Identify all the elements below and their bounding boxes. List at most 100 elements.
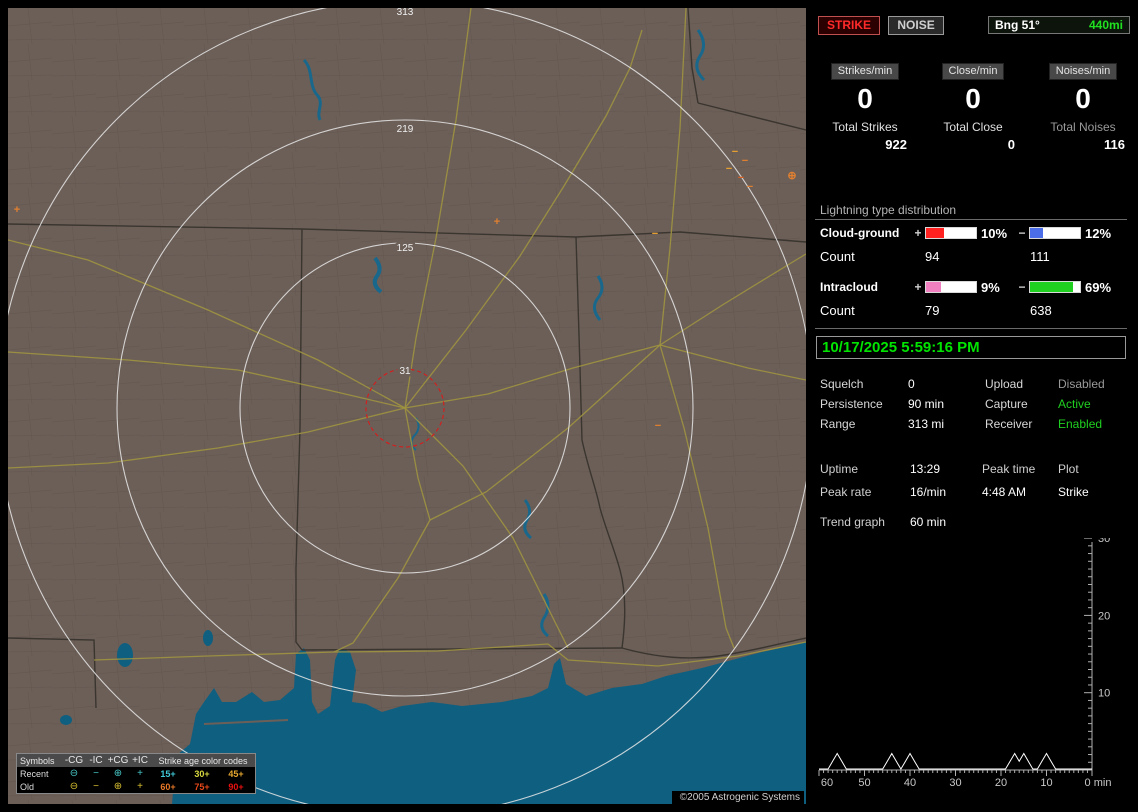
legend-col-pcg: +CG — [107, 755, 129, 766]
ring-label-313: 313 — [397, 8, 414, 18]
mode-toolbar: STRIKE NOISE Bng 51° 440mi — [818, 16, 1130, 35]
range-setting-label: Range — [820, 417, 908, 437]
cloud-ground-label: Cloud-ground — [820, 226, 911, 240]
persistence-value: 90 min — [908, 397, 985, 417]
upload-value: Disabled — [1058, 377, 1105, 397]
cg-negative-bar — [1029, 227, 1081, 239]
strike-symbol: + — [14, 204, 20, 216]
peak-time-label: Peak time — [982, 462, 1058, 485]
age-30: 30+ — [185, 769, 219, 779]
pos-cg-icon: ⊕ — [107, 768, 129, 779]
noises-per-min-badge: Noises/min — [1049, 63, 1117, 80]
close-per-min-value: 0 — [925, 84, 1021, 114]
legend-recent-label: Recent — [17, 769, 63, 779]
noise-mode-button[interactable]: NOISE — [888, 16, 943, 35]
trend-window-value: 60 min — [910, 515, 946, 529]
cg-negative-count: 111 — [1030, 249, 1050, 264]
strike-symbol: ⊕ — [787, 170, 796, 182]
capture-value: Active — [1058, 397, 1091, 417]
bearing-value: Bng 51° — [995, 18, 1040, 32]
uptime-label: Uptime — [820, 462, 910, 485]
persistence-label: Persistence — [820, 397, 908, 417]
ring-label-125: 125 — [397, 243, 414, 254]
ring-label-219: 219 — [397, 124, 414, 135]
settings-row: Persistence 90 min Capture Active — [820, 397, 1131, 417]
status-grid: Uptime 13:29 Peak time Plot Peak rate 16… — [820, 462, 1131, 508]
strike-symbol: − — [738, 172, 744, 184]
pos-ic-icon: + — [129, 781, 151, 792]
total-noises-label: Total Noises — [1035, 120, 1131, 134]
neg-ic-icon: − — [85, 768, 107, 779]
legend-old-label: Old — [17, 782, 63, 792]
total-close-value: 0 — [925, 137, 1021, 152]
copyright-text: ©2005 Astrogenic Systems — [672, 791, 804, 805]
status-row: Uptime 13:29 Peak time Plot — [820, 462, 1131, 485]
count-label: Count — [820, 303, 925, 318]
legend-col-ncg: -CG — [63, 755, 85, 766]
legend-old-row: Old ⊖ − ⊕ + 60+ 75+ 90+ — [17, 780, 255, 793]
cg-positive-count: 94 — [925, 249, 1030, 264]
axis-label: 30 — [949, 777, 961, 789]
strike-symbol: − — [732, 146, 738, 158]
axis-label: 10 — [1098, 688, 1110, 700]
strike-symbol: − — [726, 163, 732, 175]
ic-negative-bar — [1029, 281, 1081, 293]
minus-sign: − — [1015, 280, 1029, 294]
total-strikes-label: Total Strikes — [817, 120, 913, 134]
age-15: 15+ — [151, 769, 185, 779]
neg-ic-icon: − — [85, 781, 107, 792]
axis-label: 20 — [995, 777, 1007, 789]
neg-cg-icon: ⊖ — [63, 768, 85, 779]
squelch-value: 0 — [908, 377, 985, 397]
ic-positive-pct: 9% — [977, 280, 1015, 295]
symbol-legend: Symbols -CG -IC +CG +IC Strike age color… — [16, 753, 256, 794]
settings-row: Squelch 0 Upload Disabled — [820, 377, 1131, 397]
noises-per-min-value: 0 — [1035, 84, 1131, 114]
strike-symbol: − — [655, 420, 661, 432]
plus-sign: + — [911, 280, 925, 294]
strike-symbol: − — [747, 181, 753, 193]
squelch-label: Squelch — [820, 377, 908, 397]
range-value: 440mi — [1089, 18, 1123, 32]
settings-row: Range 313 mi Receiver Enabled — [820, 417, 1131, 437]
settings-grid: Squelch 0 Upload Disabled Persistence 90… — [820, 377, 1131, 437]
app-window: { "colors": { "accent_green": "#00e400",… — [0, 0, 1138, 812]
cloud-ground-row: Cloud-ground + 10% − 12% — [820, 226, 1131, 240]
status-panel: STRIKE NOISE Bng 51° 440mi Strikes/min 0… — [815, 0, 1131, 812]
capture-label: Capture — [985, 397, 1058, 417]
count-label: Count — [820, 249, 925, 264]
legend-col-pic: +IC — [129, 755, 151, 766]
lightning-map[interactable]: ++⊕−−−−−−− 313 219 125 31 — [8, 8, 806, 804]
trend-trace — [819, 754, 1092, 770]
strike-symbol: − — [652, 228, 658, 240]
cg-negative-pct: 12% — [1081, 226, 1111, 241]
intracloud-label: Intracloud — [820, 280, 911, 294]
strike-symbol: − — [742, 155, 748, 167]
total-strikes-value: 922 — [817, 137, 913, 152]
neg-cg-icon: ⊖ — [63, 781, 85, 792]
receiver-label: Receiver — [985, 417, 1058, 437]
plus-sign: + — [911, 226, 925, 240]
close-per-min-badge: Close/min — [942, 63, 1005, 80]
strike-symbol: + — [494, 216, 500, 228]
peak-rate-label: Peak rate — [820, 485, 910, 508]
legend-symbols-header: Symbols — [17, 756, 63, 766]
close-per-min-column: Close/min 0 Total Close 0 — [925, 63, 1021, 152]
ic-positive-count: 79 — [925, 303, 1030, 318]
distribution-header: Lightning type distribution — [820, 203, 956, 217]
age-45: 45+ — [219, 769, 253, 779]
cg-positive-pct: 10% — [977, 226, 1015, 241]
receiver-value: Enabled — [1058, 417, 1102, 437]
pos-cg-icon: ⊕ — [107, 781, 129, 792]
axis-label: 30 — [1098, 538, 1110, 545]
range-setting-value: 313 mi — [908, 417, 985, 437]
legend-col-nic: -IC — [85, 755, 107, 766]
strike-mode-button[interactable]: STRIKE — [818, 16, 880, 35]
uptime-value: 13:29 — [910, 462, 982, 485]
noises-per-min-column: Noises/min 0 Total Noises 116 — [1035, 63, 1131, 152]
ring-label-31: 31 — [399, 366, 411, 377]
axis-label: 50 — [858, 777, 870, 789]
total-noises-value: 116 — [1035, 137, 1131, 152]
axis-label: 40 — [904, 777, 916, 789]
status-row: Peak rate 16/min 4:48 AM Strike — [820, 485, 1131, 508]
